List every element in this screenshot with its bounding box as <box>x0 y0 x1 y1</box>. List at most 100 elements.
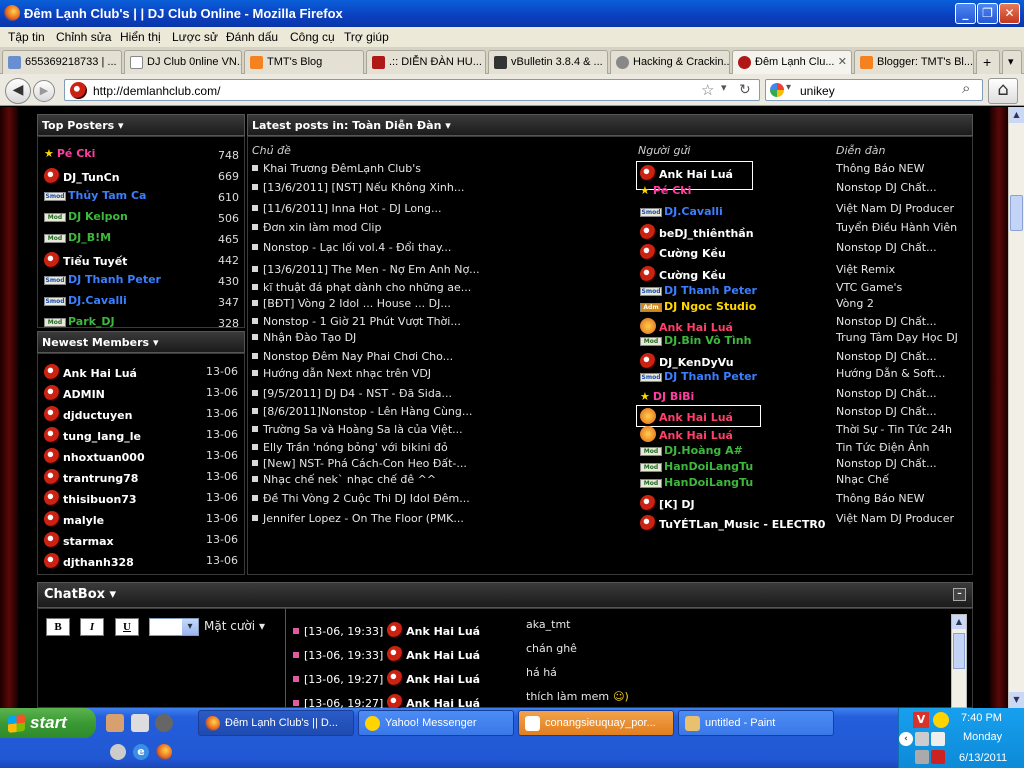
scroll-down-icon[interactable]: ▼ <box>1009 692 1024 708</box>
tray-app-icon[interactable] <box>915 750 929 764</box>
unikey-icon[interactable]: V <box>913 712 929 728</box>
thread-link[interactable]: [13/6/2011] The Men - Nợ Em Anh Nợ... <box>252 263 480 276</box>
poster-link[interactable]: Smod DJ Thanh Peter <box>640 284 757 297</box>
smilies-menu[interactable]: Mặt cười ▾ <box>204 619 265 633</box>
thread-link[interactable]: [8/6/2011]Nonstop - Lên Hàng Cùng... <box>252 405 472 418</box>
forum-link[interactable]: Nhạc Chế <box>836 473 889 486</box>
scroll-up-icon[interactable]: ▲ <box>952 615 966 629</box>
newest-member-item[interactable]: ADMIN <box>44 385 105 401</box>
top-poster-item[interactable]: Smod Thủy Tam Ca <box>44 189 146 202</box>
forum-link[interactable]: Thời Sự - Tin Tức 24h <box>836 423 952 436</box>
newest-member-item[interactable]: malyle <box>44 511 104 527</box>
poster-link[interactable]: Cường Kều <box>640 244 726 260</box>
poster-link[interactable]: TuYÉTLan_Music - ELECTR0 <box>640 515 825 531</box>
thread-link[interactable]: Đơn xin làm mod Clip <box>252 221 381 234</box>
network-icon[interactable] <box>915 732 929 746</box>
tab-dj-club-online[interactable]: DJ Club 0nline VN... <box>124 50 242 74</box>
chevron-down-icon[interactable]: ▾ <box>110 587 117 602</box>
clock-time[interactable]: 7:40 PM <box>961 712 1002 724</box>
forum-link[interactable]: Nonstop DJ Chất... <box>836 241 937 254</box>
menu-help[interactable]: Trợ giúp <box>344 30 389 44</box>
newest-member-item[interactable]: starmax <box>44 532 114 548</box>
thread-link[interactable]: Hướng dẫn Next nhạc trên VDJ <box>252 367 431 380</box>
tray-expand-icon[interactable]: ‹ <box>899 732 913 746</box>
chevron-down-icon[interactable]: ▾ <box>118 119 124 132</box>
top-poster-item[interactable]: Smod DJ.Cavalli <box>44 294 127 307</box>
newest-member-item[interactable]: nhoxtuan000 <box>44 448 145 464</box>
forum-link[interactable]: Thông Báo NEW <box>836 162 924 175</box>
url-history-dropdown-icon[interactable]: ▾ <box>721 81 727 94</box>
thread-link[interactable]: [9/5/2011] DJ D4 - NST - Đã Sida... <box>252 387 452 400</box>
task-firefox[interactable]: Đêm Lạnh Club's || D... <box>198 710 354 736</box>
thread-link[interactable]: Nhạc chế nek` nhạc chế đê ^^ <box>252 473 436 486</box>
poster-link[interactable]: ★ DJ BiBi <box>640 390 694 403</box>
poster-link[interactable]: Ank Hai Luá <box>640 165 733 181</box>
site-identity-icon[interactable] <box>70 82 87 99</box>
poster-link[interactable]: Ank Hai Luá <box>640 318 733 334</box>
newest-members-header[interactable]: Newest Members ▾ <box>37 331 245 353</box>
tab-vbulletin[interactable]: vBulletin 3.8.4 & ... <box>488 50 608 74</box>
chatbox-header[interactable]: ChatBox ▾ – <box>37 582 973 608</box>
poster-link[interactable]: DJ_KenDyVu <box>640 353 734 369</box>
forum-link[interactable]: Tuyển Điều Hành Viên <box>836 221 957 234</box>
tab-close-icon[interactable]: ✕ <box>838 55 847 68</box>
thread-link[interactable]: Khai Trương ĐêmLạnh Club's <box>252 162 421 175</box>
thread-link[interactable]: [New] NST- Phá Cách-Con Heo Đất-... <box>252 457 467 470</box>
forum-link[interactable]: Trung Tâm Dạy Học DJ <box>836 331 958 344</box>
yahoo-tray-icon[interactable] <box>933 712 949 728</box>
quicklaunch-app-icon[interactable] <box>131 714 149 732</box>
menu-edit[interactable]: Chỉnh sửa <box>56 30 111 44</box>
forum-link[interactable]: Việt Nam DJ Producer <box>836 202 954 215</box>
thread-link[interactable]: [BĐT] Vòng 2 Idol ... House ... DJ... <box>252 297 451 310</box>
thread-link[interactable]: Elly Trần 'nóng bỏng' với bikini đỏ <box>252 441 448 454</box>
minimize-button[interactable]: _ <box>955 3 976 24</box>
underline-button[interactable]: U <box>115 618 139 636</box>
thread-link[interactable]: Đề Thi Vòng 2 Cuộc Thi DJ Idol Đêm... <box>252 492 470 505</box>
thread-link[interactable]: kĩ thuật đá phạt dành cho những ae... <box>252 281 471 294</box>
chat-scrollbar[interactable]: ▲ <box>951 614 967 708</box>
tab-dien-dan-hu[interactable]: .:: DIỄN ĐÀN HU... <box>366 50 486 74</box>
scroll-up-icon[interactable]: ▲ <box>1009 107 1024 123</box>
poster-link[interactable]: Cường Kều <box>640 266 726 282</box>
top-poster-item[interactable]: Smod DJ Thanh Peter <box>44 273 161 286</box>
poster-link[interactable]: beDJ_thiênthần <box>640 224 754 240</box>
tab-655369218733[interactable]: 655369218733 | ... <box>2 50 122 74</box>
forum-link[interactable]: Nonstop DJ Chất... <box>836 181 937 194</box>
forum-link[interactable]: Hướng Dẫn & Soft... <box>836 367 945 380</box>
page-scroll-thumb[interactable] <box>1010 195 1023 231</box>
new-tab-button[interactable]: + <box>976 50 1000 74</box>
search-engine-dropdown-icon[interactable]: ▾ <box>786 82 791 93</box>
poster-link[interactable]: Ank Hai Luá <box>640 426 733 442</box>
top-poster-item[interactable]: DJ_TunCn <box>44 168 120 184</box>
chat-scroll-thumb[interactable] <box>953 633 965 669</box>
font-select[interactable]: ▾ <box>149 618 199 636</box>
latest-posts-header[interactable]: Latest posts in: Toàn Diễn Đàn ▾ <box>247 114 973 136</box>
quicklaunch-app-icon[interactable] <box>110 744 126 760</box>
poster-link[interactable]: Mod HanDoiLangTu <box>640 460 753 473</box>
chat-username[interactable]: Ank Hai Luá <box>406 625 480 638</box>
google-icon[interactable] <box>770 83 784 97</box>
forum-link[interactable]: Thông Báo NEW <box>836 492 924 505</box>
poster-link[interactable]: Mod DJ.Hoàng A# <box>640 444 743 457</box>
bookmark-star-icon[interactable]: ☆ <box>701 81 714 99</box>
poster-link[interactable]: ★ Pé Cki <box>640 184 691 197</box>
menu-bookmarks[interactable]: Đánh dấu <box>226 30 278 44</box>
chevron-down-icon[interactable]: ▾ <box>259 619 265 633</box>
reload-icon[interactable]: ↻ <box>739 81 751 98</box>
italic-button[interactable]: I <box>80 618 104 636</box>
forum-link[interactable]: Việt Nam DJ Producer <box>836 512 954 525</box>
task-paint[interactable]: untitled - Paint <box>678 710 834 736</box>
bold-button[interactable]: B <box>46 618 70 636</box>
top-poster-item[interactable]: Mod Park_DJ <box>44 315 115 328</box>
collapse-icon[interactable]: – <box>953 588 966 601</box>
tab-hacking-cracking[interactable]: Hacking & Crackin... <box>610 50 730 74</box>
quicklaunch-app-icon[interactable] <box>155 714 173 732</box>
chevron-down-icon[interactable]: ▾ <box>153 336 159 349</box>
task-conangsieuquay[interactable]: conangsieuquay_por... <box>518 710 674 736</box>
volume-icon[interactable] <box>931 732 945 746</box>
forum-link[interactable]: VTC Game's <box>836 281 902 294</box>
back-button[interactable]: ◀ <box>5 78 31 104</box>
forum-link[interactable]: Nonstop DJ Chất... <box>836 315 937 328</box>
top-posters-header[interactable]: Top Posters ▾ <box>37 114 245 136</box>
internet-explorer-icon[interactable]: e <box>133 744 149 760</box>
